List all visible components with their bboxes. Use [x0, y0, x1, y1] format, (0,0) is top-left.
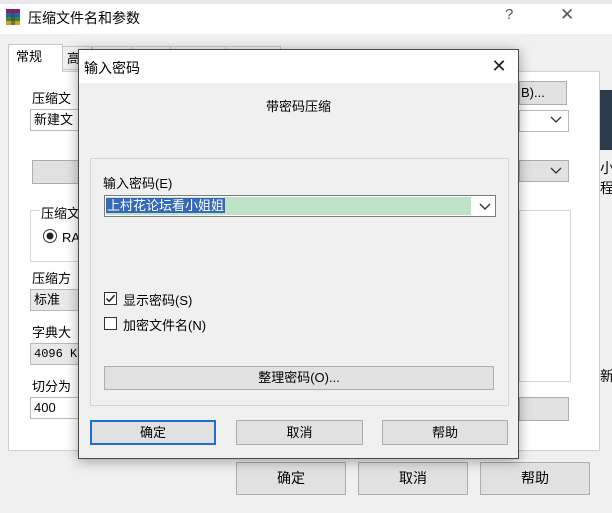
password-input[interactable]: 上村花论坛看小姐姐	[106, 198, 226, 213]
help-icon[interactable]: ?	[505, 6, 513, 23]
password-label: 输入密码(E)	[103, 176, 173, 191]
encrypt-filenames-label[interactable]: 加密文件名(N)	[123, 315, 206, 334]
strip-char-3: 新	[600, 368, 612, 384]
bg-window-title: 压缩文件名和参数	[28, 10, 140, 26]
bg-cancel-button[interactable]: 取消	[358, 462, 468, 495]
ok-button[interactable]: 确定	[90, 420, 216, 445]
chevron-down-icon[interactable]	[475, 196, 495, 216]
help-button[interactable]: 帮助	[382, 420, 508, 445]
archive-format-label: 压缩文	[40, 203, 82, 222]
checkmark-icon	[105, 294, 116, 303]
method-label: 压缩方	[32, 271, 72, 286]
profiles-button[interactable]	[32, 160, 82, 184]
password-combobox[interactable]: 上村花论坛看小姐姐	[104, 195, 496, 217]
bg-ok-button[interactable]: 确定	[236, 462, 346, 495]
options-group	[519, 210, 571, 382]
dialog-titlebar: 输入密码 ✕	[79, 50, 518, 83]
bg-title-strip	[0, 0, 612, 4]
archive-name-label: 压缩文	[32, 91, 72, 106]
organize-passwords-button[interactable]: 整理密码(O)...	[104, 366, 494, 390]
close-icon[interactable]: ✕	[487, 54, 511, 78]
split-label: 切分为	[32, 379, 72, 394]
bg-help-button[interactable]: 帮助	[480, 462, 590, 495]
chevron-down-icon	[550, 116, 562, 123]
profile-dropdown[interactable]	[519, 110, 569, 132]
dialog-heading: 带密码压缩	[265, 99, 331, 114]
chevron-down-icon	[550, 167, 562, 174]
password-value-area: 上村花论坛看小姐姐	[106, 197, 471, 215]
browse-button[interactable]: B)...	[519, 81, 567, 105]
encrypt-filenames-checkbox[interactable]	[104, 317, 117, 330]
cancel-button[interactable]: 取消	[236, 420, 363, 445]
strip-char-2: 程	[600, 180, 612, 196]
radio-rar[interactable]	[42, 228, 58, 244]
tab-general[interactable]: 常规	[8, 44, 63, 72]
set-password-button[interactable]	[519, 397, 569, 421]
background-app-strip: 小 程 新	[600, 90, 612, 390]
show-password-label[interactable]: 显示密码(S)	[123, 290, 192, 309]
bg-close-icon[interactable]: ✕	[560, 5, 574, 25]
dictionary-label: 字典大	[32, 325, 72, 340]
background-thumbnail	[600, 90, 612, 150]
strip-char-1: 小	[600, 160, 612, 176]
show-password-checkbox[interactable]	[104, 292, 117, 305]
winrar-app-icon	[6, 9, 20, 25]
update-mode-dropdown[interactable]	[519, 160, 569, 182]
password-dialog: 输入密码 ✕ 带密码压缩 输入密码(E) 上村花论坛看小姐姐 显示密码(S) 加…	[78, 49, 519, 459]
dialog-title: 输入密码	[84, 60, 140, 76]
